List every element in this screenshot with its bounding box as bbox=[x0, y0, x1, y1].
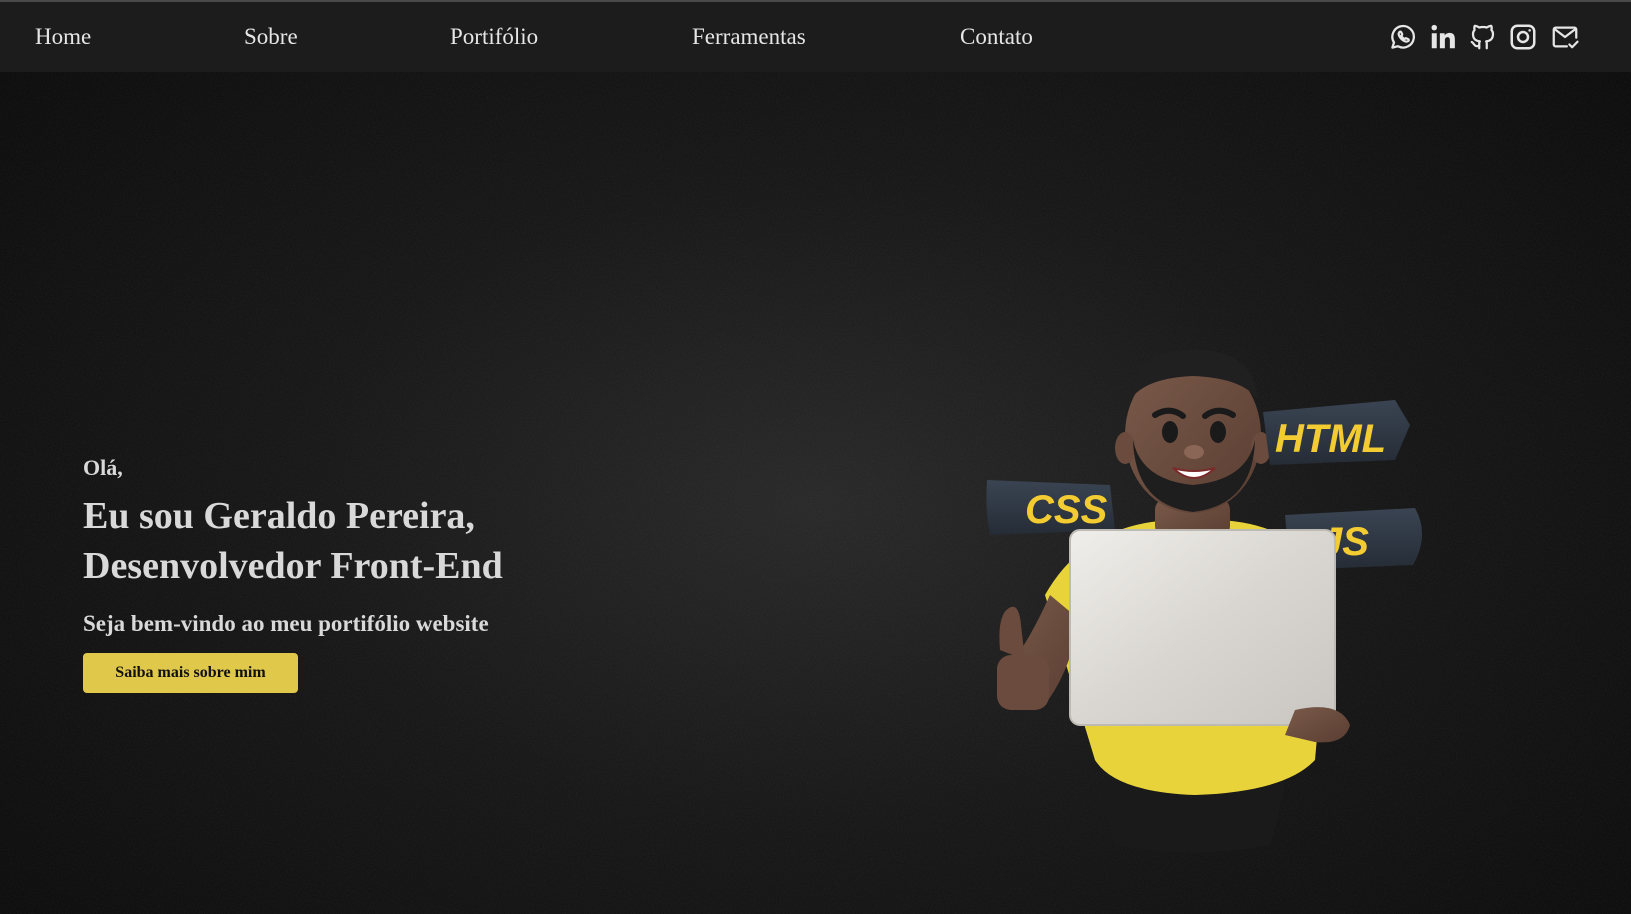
hero-headline: Eu sou Geraldo Pereira, Desenvolvedor Fr… bbox=[83, 495, 503, 587]
top-navbar: Home Sobre Portifólio Ferramentas Contat… bbox=[0, 0, 1631, 72]
developer-avatar-illustration: HTML CSS JS bbox=[985, 340, 1465, 860]
greeting-text: Olá, bbox=[83, 455, 123, 480]
nav-link-ferramentas[interactable]: Ferramentas bbox=[692, 24, 806, 50]
hero-tagline: Seja bem-vindo ao meu portifólio website bbox=[83, 611, 489, 636]
laptop-shape bbox=[1069, 529, 1336, 726]
css-tag-badge: CSS bbox=[986, 480, 1115, 535]
linkedin-icon[interactable] bbox=[1428, 22, 1458, 52]
nav-link-portifolio[interactable]: Portifólio bbox=[450, 24, 538, 50]
whatsapp-icon[interactable] bbox=[1388, 22, 1418, 52]
css-tag-label: CSS bbox=[1025, 488, 1108, 532]
portfolio-page: Home Sobre Portifólio Ferramentas Contat… bbox=[0, 0, 1631, 914]
thumbs-up-hand bbox=[997, 655, 1049, 710]
instagram-icon[interactable] bbox=[1508, 22, 1538, 52]
mail-icon[interactable] bbox=[1550, 22, 1580, 52]
hero-section: Olá, Eu sou Geraldo Pereira, Desenvolved… bbox=[83, 455, 543, 693]
html-tag-label: HTML bbox=[1275, 417, 1386, 461]
nav-link-sobre[interactable]: Sobre bbox=[244, 24, 298, 50]
about-me-button[interactable]: Saiba mais sobre mim bbox=[83, 653, 298, 693]
html-tag-badge: HTML bbox=[1263, 400, 1410, 465]
nav-link-home[interactable]: Home bbox=[35, 24, 91, 50]
nav-link-contato[interactable]: Contato bbox=[960, 24, 1033, 50]
github-icon[interactable] bbox=[1468, 22, 1498, 52]
